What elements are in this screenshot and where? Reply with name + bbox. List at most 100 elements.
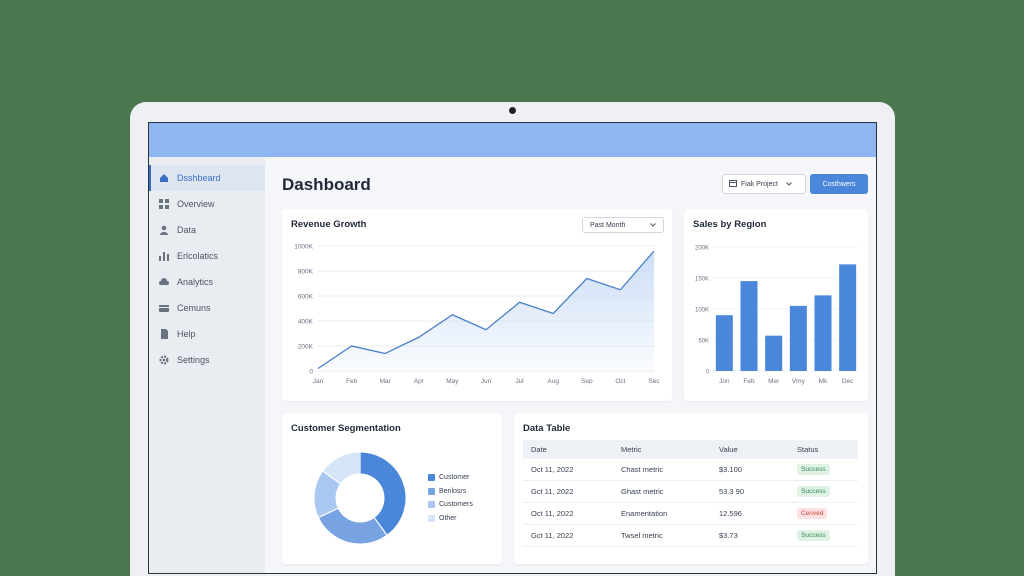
bar (740, 281, 758, 371)
sidebar-item-cemuns[interactable]: Cemuns (149, 295, 265, 321)
x-tick-label: Feb (743, 378, 755, 385)
cell-metric: Ghast metric (621, 487, 664, 496)
table-header: Date Metric Value Status (523, 440, 858, 459)
pie-slice (359, 452, 406, 535)
column-header: Metric (621, 445, 642, 454)
y-tick-label: 200K (695, 246, 709, 252)
x-tick-label: Dec (842, 378, 854, 385)
sidebar-item-label: Help (177, 329, 196, 339)
project-select[interactable]: Fiak Project (722, 174, 806, 194)
cell-metric: Twsel metric (621, 531, 663, 540)
legend-swatch (428, 487, 435, 495)
cloud-icon (159, 277, 169, 287)
column-header: Status (797, 445, 819, 454)
cell-date: Gct 11, 2022 (531, 531, 574, 540)
folder-icon (729, 179, 737, 189)
sidebar-item-help[interactable]: Help (149, 321, 265, 347)
y-tick-label: 50K (698, 339, 709, 345)
pie-slice (318, 507, 387, 544)
x-tick-label: Mk (819, 378, 828, 385)
x-tick-label: Apr (414, 378, 425, 385)
chevron-down-icon (786, 181, 792, 188)
sidebar-item-label: Erlcolatics (177, 251, 219, 261)
sidebar-item-analytics[interactable]: Analytics (149, 269, 265, 295)
bar (789, 305, 807, 371)
sidebar-item-label: Dsshbeard (177, 173, 221, 183)
x-tick-label: May (446, 378, 459, 385)
y-tick-label: 100K (695, 308, 709, 314)
cell-date: Oct 11, 2022 (531, 465, 574, 474)
legend-swatch (428, 474, 435, 482)
y-tick-label: 400K (298, 319, 314, 326)
y-tick-label: 800K (298, 269, 314, 276)
top-bar (149, 123, 876, 157)
x-tick-label: Vmy (792, 378, 806, 385)
table-row[interactable]: Oct 11, 2022 Chast metric $3.100 Success (523, 459, 858, 481)
sidebar-item-settings[interactable]: Settings (149, 347, 265, 373)
bar (814, 295, 832, 371)
sidebar-item-overview[interactable]: Overview (149, 191, 265, 217)
page-title: Dashboard (282, 175, 371, 194)
cell-date: Oct 11, 2022 (531, 509, 574, 518)
y-tick-label: 1000K (294, 244, 313, 251)
cell-metric: Enamentation (621, 509, 668, 518)
legend-item: Customers (428, 498, 473, 512)
sidebar-item-label: Cemuns (177, 303, 211, 313)
legend-label: Customers (439, 501, 473, 509)
sidebar-item-label: Overview (177, 199, 215, 209)
x-tick-label: Oct (615, 378, 625, 385)
y-tick-label: 0 (309, 369, 313, 376)
legend-label: Benlosrs (439, 487, 467, 495)
table-row[interactable]: Gct 11, 2022 Ghast metric 53.3 90 Succes… (523, 481, 858, 503)
user-icon (159, 225, 169, 235)
y-tick-label: 600K (298, 294, 314, 301)
card-title: Data Table (523, 423, 571, 434)
x-tick-label: Feb (346, 378, 358, 385)
pie-slice (314, 471, 341, 518)
area-fill (318, 251, 654, 371)
legend-label: Customer (439, 474, 470, 482)
status-badge: Success (797, 486, 830, 497)
x-tick-label: Mar (380, 378, 392, 385)
cell-value: $3.100 (719, 465, 742, 474)
segmentation-donut-chart (314, 452, 406, 544)
bar (765, 335, 783, 371)
sales-bar-chart: 0 50K 100K 150K 200K Jon Feb Mer Vmy Mk Dec (695, 246, 860, 385)
x-tick-label: Mer (768, 378, 780, 385)
bar (839, 264, 857, 371)
customer-segmentation-card: Customer Segmentation Customer Benlosrs … (282, 413, 502, 564)
sidebar-item-data[interactable]: Data (149, 217, 265, 243)
sidebar-item-dashboard[interactable]: Dsshbeard (149, 165, 265, 191)
card-icon (159, 303, 169, 313)
table-row[interactable]: Gct 11, 2022 Twsel metric $3.73 Success (523, 525, 858, 547)
primary-button[interactable]: Costhwers (810, 174, 868, 194)
cell-value: 12.596 (719, 509, 742, 518)
status-badge: Success (797, 530, 830, 541)
data-table-card: Data Table Date Metric Value Status Oct … (514, 413, 868, 564)
x-tick-label: Jun (481, 378, 492, 385)
legend-item: Benlosrs (428, 485, 473, 499)
x-tick-label: Sep (581, 378, 593, 385)
legend-swatch (428, 514, 435, 522)
y-tick-label: 150K (695, 277, 709, 283)
app-window: Dsshbeard Overview Data Erlcolatics Anal… (148, 122, 877, 574)
project-select-label: Fiak Project (741, 180, 778, 188)
cell-date: Gct 11, 2022 (531, 487, 574, 496)
revenue-line-chart: 0 200K 400K 600K 800K 1000K Jan Feb Mar Apr May Jun… (294, 244, 660, 386)
column-header: Value (719, 445, 738, 454)
legend-swatch (428, 501, 435, 509)
pie-slice (323, 452, 361, 485)
status-badge: Cenved (797, 508, 828, 519)
sidebar-item-label: Analytics (177, 277, 214, 287)
sidebar-item-erlcolatics[interactable]: Erlcolatics (149, 243, 265, 269)
y-tick-label: 0 (706, 370, 710, 376)
segmentation-legend: Customer Benlosrs Customers Other (428, 471, 473, 525)
sidebar-item-label: Data (177, 225, 197, 235)
column-header: Date (531, 445, 547, 454)
document-icon (159, 329, 169, 339)
bar (715, 315, 733, 371)
table-row[interactable]: Oct 11, 2022 Enamentation 12.596 Cenved (523, 503, 858, 525)
legend-label: Other (439, 514, 457, 522)
sales-by-region-card: Sales by Region 0 50K 100K 150K 200K Jon Feb Me… (684, 209, 868, 401)
x-tick-label: Sec (648, 378, 660, 385)
